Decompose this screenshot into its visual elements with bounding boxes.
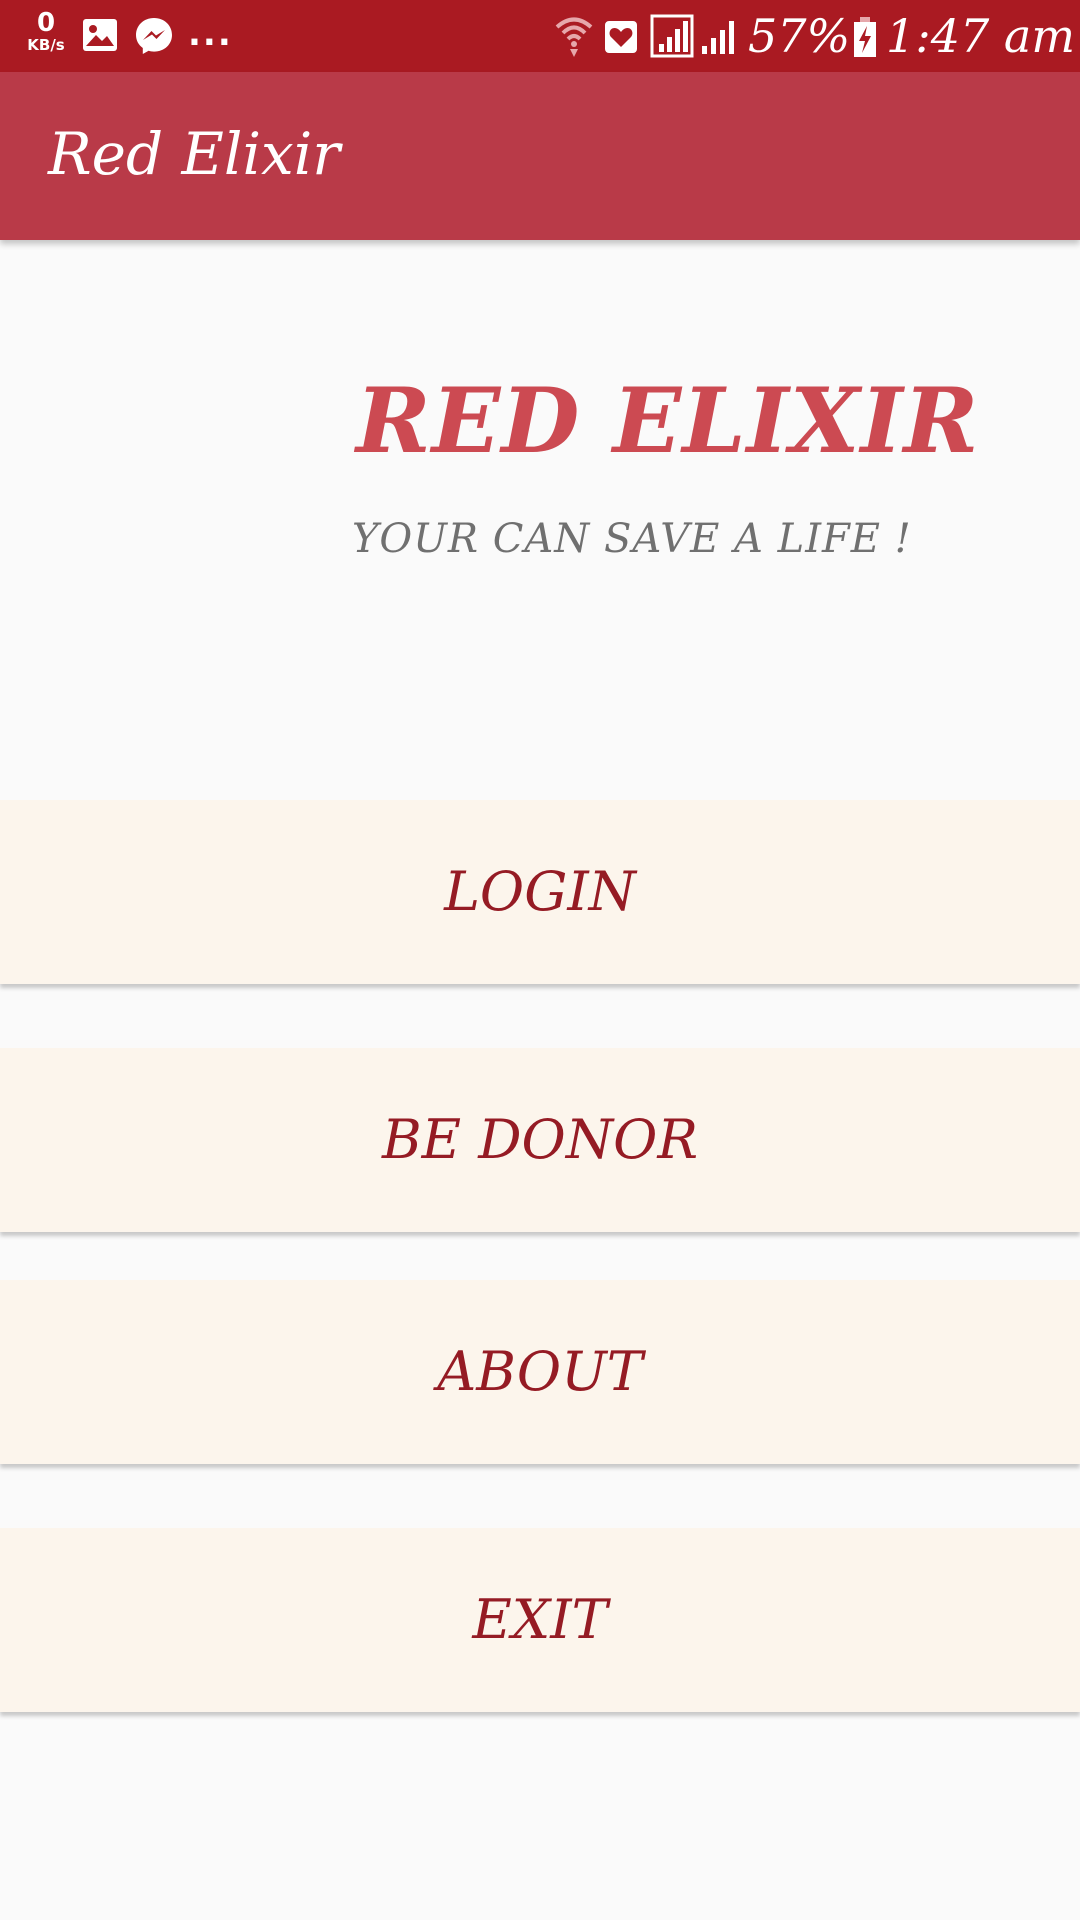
be-donor-button-label: BE DONOR — [381, 1108, 698, 1171]
status-bar: 0 KB/s ... 57% 1:47 am — [0, 0, 1080, 72]
exit-button-label: EXIT — [472, 1588, 608, 1651]
clock: 1:47 am — [886, 9, 1075, 63]
wifi-icon — [554, 14, 594, 62]
network-speed-value: 0 — [36, 8, 56, 38]
messenger-icon — [134, 16, 174, 60]
more-notifications-indicator: ... — [188, 14, 233, 54]
battery-charging-icon — [852, 16, 878, 62]
about-button[interactable]: ABOUT — [0, 1280, 1080, 1464]
exit-button[interactable]: EXIT — [0, 1528, 1080, 1712]
app-bar: Red Elixir — [0, 72, 1080, 240]
hero-subtitle: YOUR CAN SAVE A LIFE ! — [352, 516, 912, 562]
hero-title: RED ELIXIR — [356, 368, 980, 474]
network-speed-indicator: 0 KB/s — [22, 10, 70, 53]
login-button[interactable]: LOGIN — [0, 800, 1080, 984]
gallery-icon — [82, 18, 118, 56]
signal-icon — [650, 14, 694, 62]
battery-percentage: 57% — [748, 9, 851, 63]
network-speed-unit: KB/s — [27, 36, 65, 54]
heart-notification-icon — [604, 20, 638, 58]
signal-icon-2 — [700, 18, 740, 60]
main-screen: 0 KB/s ... 57% 1:47 am Red Elixir RED EL… — [0, 0, 1080, 1920]
be-donor-button[interactable]: BE DONOR — [0, 1048, 1080, 1232]
about-button-label: ABOUT — [437, 1340, 643, 1403]
app-title: Red Elixir — [48, 120, 340, 188]
login-button-label: LOGIN — [444, 860, 636, 923]
